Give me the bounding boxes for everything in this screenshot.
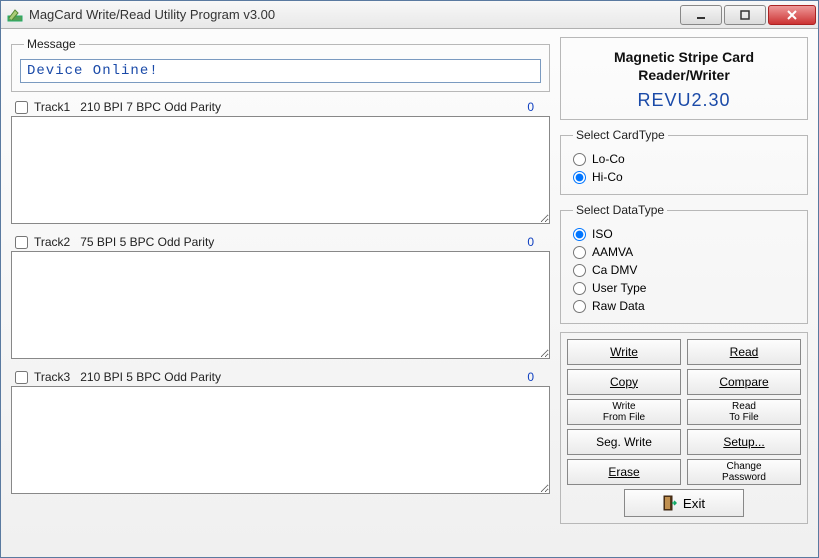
datatype-cadmv-radio[interactable]: [573, 264, 586, 277]
read-button[interactable]: Read: [687, 339, 801, 365]
datatype-iso[interactable]: ISO: [573, 227, 797, 241]
cardtype-group: Select CardType Lo-Co Hi-Co: [560, 128, 808, 195]
window-controls: [680, 5, 816, 25]
window-title: MagCard Write/Read Utility Program v3.00: [29, 7, 680, 22]
erase-button[interactable]: Erase: [567, 459, 681, 485]
track3-spec: 210 BPI 5 BPC Odd Parity: [80, 370, 527, 384]
cardtype-loco-radio[interactable]: [573, 153, 586, 166]
cardtype-radios: Lo-Co Hi-Co: [569, 150, 799, 186]
datatype-group: Select DataType ISO AAMVA Ca DMV: [560, 203, 808, 324]
datatype-legend: Select DataType: [573, 203, 667, 217]
button-panel: Write Read Copy Compare WriteFrom File R…: [560, 332, 808, 524]
datatype-cadmv[interactable]: Ca DMV: [573, 263, 797, 277]
track1-count: 0: [527, 100, 546, 114]
message-field[interactable]: [20, 59, 541, 83]
track1-spec: 210 BPI 7 BPC Odd Parity: [80, 100, 527, 114]
cardtype-hico[interactable]: Hi-Co: [573, 170, 797, 184]
write-button[interactable]: Write: [567, 339, 681, 365]
cardtype-legend: Select CardType: [573, 128, 668, 142]
message-group: Message: [11, 37, 550, 92]
compare-button[interactable]: Compare: [687, 369, 801, 395]
track3-checkbox[interactable]: [15, 371, 28, 384]
datatype-aamva[interactable]: AAMVA: [573, 245, 797, 259]
datatype-usertype[interactable]: User Type: [573, 281, 797, 295]
cardtype-loco[interactable]: Lo-Co: [573, 152, 797, 166]
datatype-cadmv-label: Ca DMV: [592, 263, 637, 277]
client-area: Message Track1 210 BPI 7 BPC Odd Parity …: [1, 29, 818, 557]
track1-section: Track1 210 BPI 7 BPC Odd Parity 0: [11, 98, 550, 227]
datatype-rawdata-label: Raw Data: [592, 299, 645, 313]
datatype-iso-label: ISO: [592, 227, 613, 241]
track2-count: 0: [527, 235, 546, 249]
cardtype-loco-label: Lo-Co: [592, 152, 625, 166]
datatype-rawdata[interactable]: Raw Data: [573, 299, 797, 313]
device-title-line2: Reader/Writer: [569, 66, 799, 84]
track2-section: Track2 75 BPI 5 BPC Odd Parity 0: [11, 233, 550, 362]
datatype-rawdata-radio[interactable]: [573, 300, 586, 313]
cardtype-hico-label: Hi-Co: [592, 170, 623, 184]
copy-button[interactable]: Copy: [567, 369, 681, 395]
track3-name: Track3: [34, 370, 70, 384]
seg-write-button[interactable]: Seg. Write: [567, 429, 681, 455]
change-password-button[interactable]: ChangePassword: [687, 459, 801, 485]
close-button[interactable]: [768, 5, 816, 25]
track2-spec: 75 BPI 5 BPC Odd Parity: [80, 235, 527, 249]
track1-header: Track1 210 BPI 7 BPC Odd Parity 0: [11, 98, 550, 116]
exit-icon: [663, 495, 677, 511]
info-box: Magnetic Stripe Card Reader/Writer REVU2…: [560, 37, 808, 120]
minimize-button[interactable]: [680, 5, 722, 25]
message-legend: Message: [24, 37, 79, 51]
datatype-aamva-label: AAMVA: [592, 245, 633, 259]
track1-checkbox[interactable]: [15, 101, 28, 114]
track2-input[interactable]: [11, 251, 550, 359]
datatype-iso-radio[interactable]: [573, 228, 586, 241]
datatype-radios: ISO AAMVA Ca DMV User Type: [569, 225, 799, 315]
track2-name: Track2: [34, 235, 70, 249]
track1-input[interactable]: [11, 116, 550, 224]
right-column: Magnetic Stripe Card Reader/Writer REVU2…: [560, 37, 808, 547]
write-from-file-button[interactable]: WriteFrom File: [567, 399, 681, 425]
revision-label: REVU2.30: [569, 90, 799, 111]
read-to-file-button[interactable]: ReadTo File: [687, 399, 801, 425]
cardtype-hico-radio[interactable]: [573, 171, 586, 184]
track3-input[interactable]: [11, 386, 550, 494]
device-title-line1: Magnetic Stripe Card: [569, 48, 799, 66]
exit-label: Exit: [683, 496, 705, 511]
exit-button[interactable]: Exit: [624, 489, 744, 517]
track3-section: Track3 210 BPI 5 BPC Odd Parity 0: [11, 368, 550, 497]
track2-checkbox[interactable]: [15, 236, 28, 249]
setup-button[interactable]: Setup...: [687, 429, 801, 455]
app-icon: [7, 7, 23, 23]
maximize-button[interactable]: [724, 5, 766, 25]
track1-name: Track1: [34, 100, 70, 114]
track3-header: Track3 210 BPI 5 BPC Odd Parity 0: [11, 368, 550, 386]
track3-count: 0: [527, 370, 546, 384]
datatype-usertype-radio[interactable]: [573, 282, 586, 295]
track2-header: Track2 75 BPI 5 BPC Odd Parity 0: [11, 233, 550, 251]
left-column: Message Track1 210 BPI 7 BPC Odd Parity …: [11, 37, 550, 547]
app-window: MagCard Write/Read Utility Program v3.00…: [0, 0, 819, 558]
titlebar: MagCard Write/Read Utility Program v3.00: [1, 1, 818, 29]
datatype-usertype-label: User Type: [592, 281, 646, 295]
datatype-aamva-radio[interactable]: [573, 246, 586, 259]
